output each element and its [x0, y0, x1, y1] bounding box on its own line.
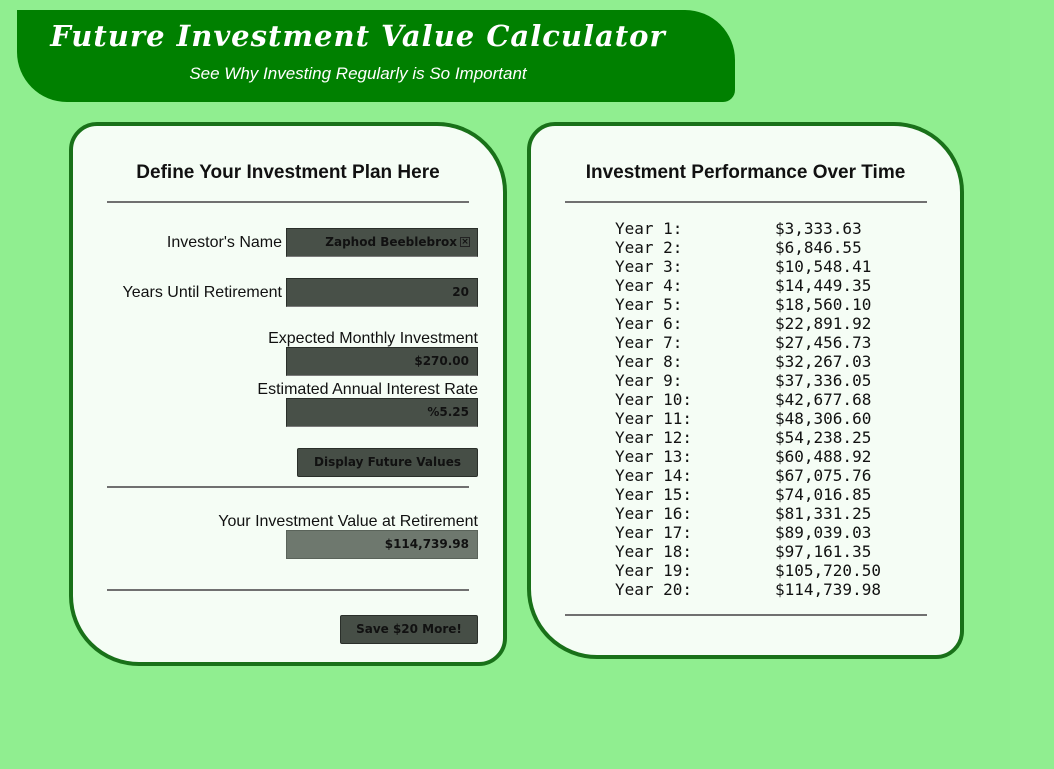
year-value: $27,456.73 — [775, 333, 872, 352]
retirement-value: $114,739.98 — [384, 537, 469, 551]
divider — [565, 614, 927, 616]
investor-name-input[interactable]: Zaphod Beeblebrox × — [286, 228, 478, 257]
year-label: Year 12: — [615, 428, 693, 447]
year-label: Year 3: — [615, 257, 683, 276]
save-more-button[interactable]: Save $20 More! — [340, 615, 478, 644]
year-label: Year 5: — [615, 295, 683, 314]
year-label: Year 15: — [615, 485, 693, 504]
interest-rate-input[interactable]: %5.25 — [286, 398, 478, 427]
divider — [565, 201, 927, 203]
year-label: Year 11: — [615, 409, 693, 428]
years-label: Years Until Retirement — [122, 284, 282, 301]
investor-name-value: Zaphod Beeblebrox — [325, 235, 457, 249]
investor-name-label: Investor's Name — [166, 234, 282, 251]
year-label: Year 10: — [615, 390, 693, 409]
year-value: $22,891.92 — [775, 314, 872, 333]
year-value: $97,161.35 — [775, 542, 872, 561]
year-value: $89,039.03 — [775, 523, 872, 542]
years-value: 20 — [452, 285, 469, 299]
year-label: Year 1: — [615, 219, 683, 238]
divider — [107, 201, 469, 203]
year-label: Year 13: — [615, 447, 693, 466]
divider — [107, 589, 469, 591]
year-label: Year 6: — [615, 314, 683, 333]
interest-rate-label: Estimated Annual Interest Rate — [257, 381, 478, 398]
year-value: $14,449.35 — [775, 276, 872, 295]
year-label: Year 9: — [615, 371, 683, 390]
year-value: $18,560.10 — [775, 295, 872, 314]
year-label: Year 16: — [615, 504, 693, 523]
monthly-investment-value: $270.00 — [414, 354, 469, 368]
year-label: Year 7: — [615, 333, 683, 352]
year-value: $105,720.50 — [775, 561, 881, 580]
year-label: Year 19: — [615, 561, 693, 580]
performance-panel: Investment Performance Over Time Year 1:… — [527, 122, 964, 659]
year-label: Year 2: — [615, 238, 683, 257]
years-input[interactable]: 20 — [286, 278, 478, 307]
year-value: $48,306.60 — [775, 409, 872, 428]
year-label: Year 8: — [615, 352, 683, 371]
year-label: Year 14: — [615, 466, 693, 485]
page-subtitle: See Why Investing Regularly is So Import… — [189, 64, 527, 83]
year-value: $42,677.68 — [775, 390, 872, 409]
year-label: Year 20: — [615, 580, 693, 599]
year-value: $32,267.03 — [775, 352, 872, 371]
year-label: Year 4: — [615, 276, 683, 295]
year-value: $81,331.25 — [775, 504, 872, 523]
clear-x-icon[interactable]: × — [460, 237, 470, 247]
monthly-investment-label: Expected Monthly Investment — [268, 330, 478, 347]
year-value: $114,739.98 — [775, 580, 881, 599]
monthly-investment-input[interactable]: $270.00 — [286, 347, 478, 376]
year-value: $60,488.92 — [775, 447, 872, 466]
year-value: $67,075.76 — [775, 466, 872, 485]
year-label: Year 17: — [615, 523, 693, 542]
year-value: $37,336.05 — [775, 371, 872, 390]
retirement-value-output: $114,739.98 — [286, 530, 478, 559]
year-value: $54,238.25 — [775, 428, 872, 447]
page-title: Future Investment Value Calculator — [50, 19, 666, 53]
plan-panel-title: Define Your Investment Plan Here — [136, 162, 440, 183]
year-value: $3,333.63 — [775, 219, 862, 238]
display-future-values-button[interactable]: Display Future Values — [297, 448, 478, 477]
performance-panel-title: Investment Performance Over Time — [585, 162, 906, 183]
page-header: Future Investment Value Calculator See W… — [17, 10, 735, 102]
year-value: $74,016.85 — [775, 485, 872, 504]
divider — [107, 486, 469, 488]
year-value: $6,846.55 — [775, 238, 862, 257]
year-value: $10,548.41 — [775, 257, 872, 276]
investment-plan-panel: Define Your Investment Plan Here Investo… — [69, 122, 507, 666]
year-label: Year 18: — [615, 542, 693, 561]
interest-rate-value: %5.25 — [427, 405, 469, 419]
result-label: Your Investment Value at Retirement — [218, 513, 478, 530]
